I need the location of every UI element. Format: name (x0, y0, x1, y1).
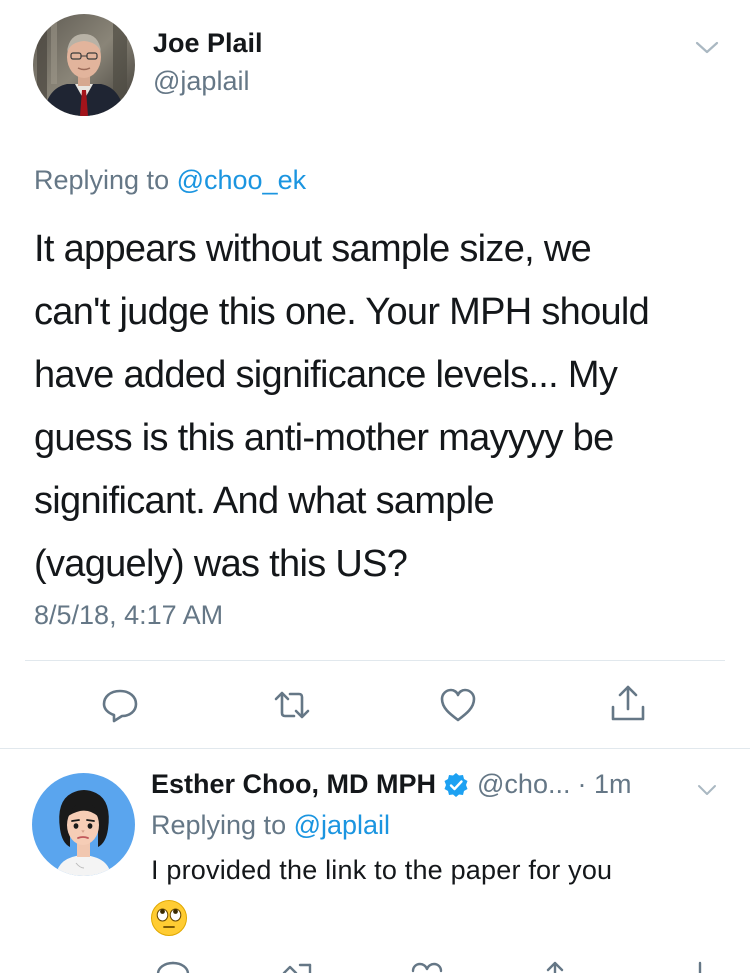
cartoon-avatar (32, 773, 135, 876)
main-tweet: Joe Plail @japlail Replying to @choo_ek … (0, 0, 750, 748)
tweet-text-line: can't judge this one. Your MPH should (34, 291, 650, 333)
replying-to-mention[interactable]: @choo_ek (177, 165, 307, 195)
replying-to-line: Replying to @choo_ek (34, 165, 306, 196)
retweet-icon[interactable] (280, 959, 320, 973)
reply-icon[interactable] (100, 685, 140, 725)
tweet-time[interactable]: · 1m (577, 769, 631, 800)
replying-to-prefix: Replying to (34, 165, 177, 195)
person-photo-avatar (33, 14, 135, 116)
divider (25, 660, 725, 661)
reply-action-bar (0, 959, 750, 973)
chevron-down-icon[interactable] (694, 36, 720, 58)
share-icon[interactable] (608, 683, 648, 723)
face-with-rolling-eyes-icon (151, 900, 187, 936)
reply-tweet[interactable]: Esther Choo, MD MPH @cho... · 1m Replyin… (0, 749, 750, 973)
views-icon[interactable] (688, 959, 712, 973)
replying-to-prefix: Replying to (151, 810, 294, 840)
like-icon[interactable] (438, 685, 478, 725)
author-name[interactable]: Joe Plail (153, 28, 263, 59)
replying-to-line: Replying to @japlail (151, 810, 390, 841)
share-icon[interactable] (540, 959, 570, 973)
retweet-icon[interactable] (272, 685, 312, 725)
reply-icon[interactable] (155, 959, 191, 973)
tweet-text-line: significant. And what sample (34, 480, 495, 522)
tweet-text-line: guess is this anti-mother mayyyy be (34, 417, 614, 459)
tweet-text: It appears without sample size, we can't… (34, 218, 724, 596)
verified-badge-icon (444, 772, 468, 797)
tweet-text-line: It appears without sample size, we (34, 228, 592, 270)
avatar[interactable] (32, 773, 135, 876)
reply-header: Esther Choo, MD MPH @cho... · 1m (151, 769, 631, 800)
author-handle[interactable]: @japlail (153, 66, 249, 97)
avatar[interactable] (33, 14, 135, 116)
tweet-text: I provided the link to the paper for you (151, 855, 613, 885)
like-icon[interactable] (410, 959, 444, 973)
tweet-text-line: have added significance levels... My (34, 354, 618, 396)
chevron-down-icon[interactable] (696, 781, 718, 799)
author-handle[interactable]: @cho... (477, 769, 570, 800)
tweet-timestamp[interactable]: 8/5/18, 4:17 AM (34, 600, 223, 631)
replying-to-mention[interactable]: @japlail (294, 810, 390, 840)
tweet-text-line: (vaguely) was this US? (34, 543, 408, 585)
author-name[interactable]: Esther Choo, MD MPH (151, 769, 436, 800)
